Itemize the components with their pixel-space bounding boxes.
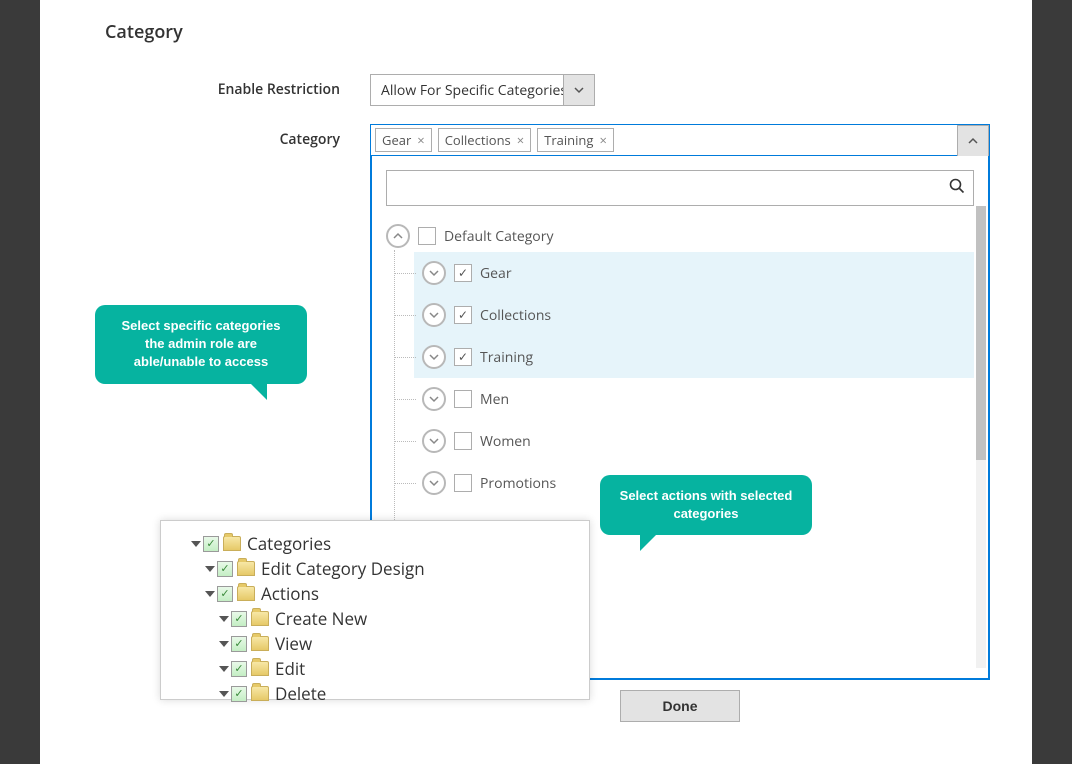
checkbox-checked[interactable] (217, 561, 233, 577)
folder-icon (251, 636, 269, 651)
folder-icon (251, 686, 269, 701)
checkbox-checked[interactable] (203, 536, 219, 552)
perm-categories[interactable]: Categories (193, 531, 571, 556)
label-enable-restriction: Enable Restriction (80, 74, 370, 99)
tag-training: Training× (537, 128, 614, 152)
caret-icon (191, 541, 201, 547)
checkbox[interactable] (418, 227, 436, 245)
perm-view[interactable]: View (221, 631, 571, 656)
page-title: Category (80, 20, 992, 44)
caret-icon (219, 666, 229, 672)
checkbox-checked[interactable] (231, 686, 247, 702)
scrollbar[interactable] (976, 206, 986, 668)
expand-icon[interactable] (422, 387, 446, 411)
folder-icon (223, 536, 241, 551)
checkbox-checked[interactable] (231, 611, 247, 627)
select-enable-restriction-value: Allow For Specific Categories (381, 81, 567, 100)
perm-create-new[interactable]: Create New (221, 606, 571, 631)
tags-box[interactable]: Gear× Collections× Training× (370, 124, 990, 156)
caret-icon (219, 641, 229, 647)
checkbox[interactable] (454, 432, 472, 450)
folder-icon (237, 561, 255, 576)
expand-icon[interactable] (422, 345, 446, 369)
permissions-panel: Categories Edit Category Design Actions … (160, 520, 590, 700)
expand-icon[interactable] (422, 429, 446, 453)
checkbox[interactable] (454, 474, 472, 492)
close-icon[interactable]: × (599, 131, 606, 149)
perm-edit-category-design[interactable]: Edit Category Design (207, 556, 571, 581)
tree-root-label: Default Category (444, 227, 553, 246)
tree-item-collections[interactable]: Collections (414, 294, 974, 336)
callout-select-categories: Select specific categories the admin rol… (95, 305, 307, 384)
checkbox-checked[interactable] (231, 636, 247, 652)
label-category: Category (80, 124, 370, 149)
caret-icon (219, 616, 229, 622)
checkbox-checked[interactable] (454, 306, 472, 324)
tag-collections: Collections× (438, 128, 531, 152)
search-icon[interactable] (949, 178, 965, 199)
caret-icon (205, 591, 215, 597)
callout-select-actions: Select actions with selected categories (600, 475, 812, 535)
collapse-icon[interactable] (386, 224, 410, 248)
done-button[interactable]: Done (620, 690, 740, 722)
expand-icon[interactable] (422, 261, 446, 285)
tree-item-training[interactable]: Training (414, 336, 974, 378)
close-icon[interactable]: × (417, 131, 424, 149)
caret-icon (219, 691, 229, 697)
folder-icon (237, 586, 255, 601)
checkbox-checked[interactable] (454, 348, 472, 366)
tree-root[interactable]: Default Category (386, 220, 974, 252)
perm-actions[interactable]: Actions (207, 581, 571, 606)
checkbox-checked[interactable] (231, 661, 247, 677)
caret-icon (205, 566, 215, 572)
field-enable-restriction: Allow For Specific Categories (370, 74, 992, 106)
tree-item-men[interactable]: Men (414, 378, 974, 420)
checkbox-checked[interactable] (454, 264, 472, 282)
perm-edit[interactable]: Edit (221, 656, 571, 681)
perm-delete[interactable]: Delete (221, 681, 571, 706)
expand-icon[interactable] (422, 471, 446, 495)
folder-icon (251, 661, 269, 676)
close-icon[interactable]: × (517, 131, 524, 149)
tree-item-women[interactable]: Women (414, 420, 974, 462)
checkbox-checked[interactable] (217, 586, 233, 602)
tag-gear: Gear× (375, 128, 432, 152)
tree-item-gear[interactable]: Gear (414, 252, 974, 294)
chevron-down-icon[interactable] (563, 75, 594, 105)
expand-icon[interactable] (422, 303, 446, 327)
folder-icon (251, 611, 269, 626)
chevron-up-icon[interactable] (957, 125, 989, 157)
page: Category Enable Restriction Allow For Sp… (40, 0, 1032, 764)
search-input[interactable] (395, 179, 949, 197)
select-enable-restriction[interactable]: Allow For Specific Categories (370, 74, 595, 106)
checkbox[interactable] (454, 390, 472, 408)
row-enable-restriction: Enable Restriction Allow For Specific Ca… (80, 74, 992, 106)
search-input-wrapper (386, 170, 974, 206)
